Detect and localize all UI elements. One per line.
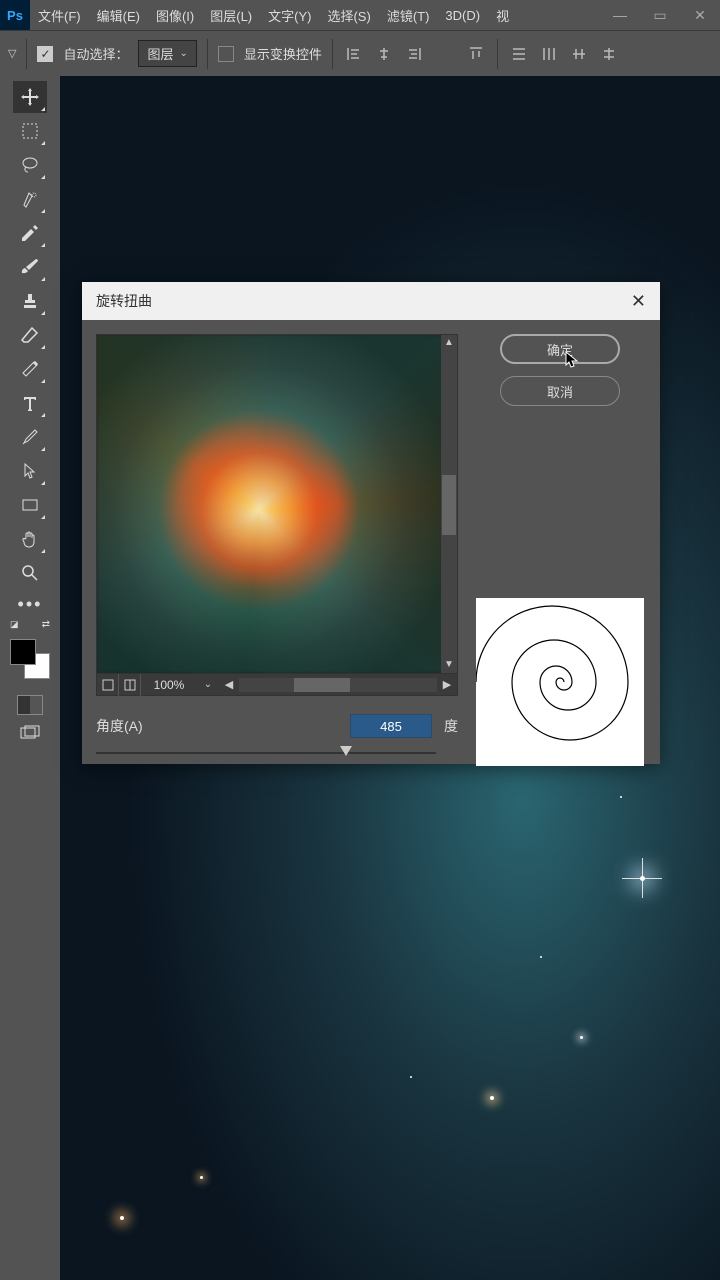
angle-unit: 度 — [444, 716, 458, 736]
marquee-tool[interactable] — [13, 115, 47, 147]
scroll-down-icon[interactable]: ▼ — [441, 657, 457, 673]
window-maximize[interactable]: ▭ — [640, 0, 680, 30]
preview-vscroll[interactable]: ▲ ▼ — [441, 335, 457, 673]
brush-tool[interactable] — [13, 251, 47, 283]
gradient-tool[interactable] — [13, 353, 47, 385]
show-transform-checkbox[interactable] — [218, 46, 234, 62]
dialog-title: 旋转扭曲 — [96, 291, 152, 311]
menu-select[interactable]: 选择(S) — [319, 0, 378, 30]
eyedropper-tool[interactable] — [13, 217, 47, 249]
foreground-color[interactable] — [10, 639, 36, 665]
scroll-up-icon[interactable]: ▲ — [441, 335, 457, 351]
close-icon[interactable]: ✕ — [631, 291, 646, 312]
layer-select-label: 图层 — [147, 44, 173, 63]
distribute-3-icon[interactable] — [568, 43, 590, 65]
tools-panel: ••• ◪ ⇄ — [0, 76, 60, 1280]
pen-tool[interactable] — [13, 421, 47, 453]
align-top-icon[interactable] — [465, 43, 487, 65]
quick-select-tool[interactable] — [13, 183, 47, 215]
actual-pixels-icon[interactable] — [119, 674, 141, 696]
auto-select-checkbox[interactable]: ✓ — [37, 46, 53, 62]
align-center-h-icon[interactable] — [373, 43, 395, 65]
lasso-tool[interactable] — [13, 149, 47, 181]
slider-thumb[interactable] — [340, 746, 352, 756]
filter-preview[interactable]: ▲ ▼ — [96, 334, 458, 674]
menu-view[interactable]: 视 — [488, 0, 517, 30]
color-swatches[interactable] — [10, 639, 50, 679]
angle-label: 角度(A) — [96, 716, 143, 736]
window-close[interactable]: ✕ — [680, 0, 720, 30]
preview-hscroll[interactable] — [239, 678, 437, 692]
options-bar: ▽ ✓ 自动选择： 图层 ⌄ 显示变换控件 — [0, 30, 720, 76]
hand-tool[interactable] — [13, 523, 47, 555]
distribute-1-icon[interactable] — [508, 43, 530, 65]
menu-type[interactable]: 文字(Y) — [260, 0, 319, 30]
stamp-tool[interactable] — [13, 285, 47, 317]
fit-view-icon[interactable] — [97, 674, 119, 696]
menu-3d[interactable]: 3D(D) — [437, 0, 488, 30]
type-tool[interactable] — [13, 387, 47, 419]
menu-edit[interactable]: 编辑(E) — [89, 0, 148, 30]
move-tool[interactable] — [13, 81, 47, 113]
align-left-icon[interactable] — [343, 43, 365, 65]
angle-input[interactable] — [350, 714, 432, 738]
chevron-down-icon: ⌄ — [180, 48, 188, 59]
zoom-value: 100% — [141, 678, 197, 692]
menu-image[interactable]: 图像(I) — [148, 0, 202, 30]
menu-file[interactable]: 文件(F) — [30, 0, 89, 30]
layer-select-dropdown[interactable]: 图层 ⌄ — [138, 40, 196, 67]
distribute-4-icon[interactable] — [598, 43, 620, 65]
twirl-diagram — [476, 598, 644, 766]
screen-mode-icon[interactable] — [17, 723, 43, 743]
eraser-tool[interactable] — [13, 319, 47, 351]
scroll-right-icon[interactable]: ▶ — [437, 678, 457, 691]
vscroll-thumb[interactable] — [442, 475, 456, 535]
menu-filter[interactable]: 滤镜(T) — [379, 0, 438, 30]
menubar: Ps 文件(F) 编辑(E) 图像(I) 图层(L) 文字(Y) 选择(S) 滤… — [0, 0, 720, 30]
auto-select-label: 自动选择： — [63, 44, 128, 63]
default-colors-icon[interactable]: ⇄ — [42, 619, 50, 633]
chevron-down-icon[interactable]: ▽ — [8, 47, 16, 60]
window-minimize[interactable]: — — [600, 0, 640, 30]
hscroll-thumb[interactable] — [294, 678, 350, 692]
mouse-cursor — [564, 350, 582, 373]
swap-colors-icon[interactable]: ◪ — [10, 619, 19, 633]
ps-logo: Ps — [0, 0, 30, 30]
more-tools-icon[interactable]: ••• — [18, 594, 43, 615]
align-right-icon[interactable] — [403, 43, 425, 65]
quick-mask-icon[interactable] — [17, 695, 43, 715]
distribute-2-icon[interactable] — [538, 43, 560, 65]
menu-layer[interactable]: 图层(L) — [202, 0, 260, 30]
show-transform-label: 显示变换控件 — [244, 44, 322, 63]
path-select-tool[interactable] — [13, 455, 47, 487]
zoom-tool[interactable] — [13, 557, 47, 589]
cancel-button[interactable]: 取消 — [500, 376, 620, 406]
ok-button[interactable]: 确定 — [500, 334, 620, 364]
rectangle-tool[interactable] — [13, 489, 47, 521]
zoom-dropdown-icon[interactable]: ⌄ — [197, 679, 219, 690]
dialog-titlebar[interactable]: 旋转扭曲 ✕ — [82, 282, 660, 320]
angle-slider[interactable] — [96, 744, 436, 762]
scroll-left-icon[interactable]: ◀ — [219, 678, 239, 691]
